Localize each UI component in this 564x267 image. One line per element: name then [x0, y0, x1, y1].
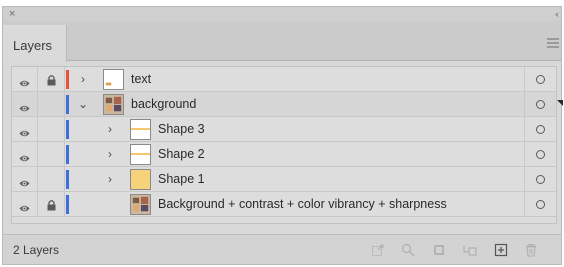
- layer-row[interactable]: › Shape 3: [12, 117, 556, 142]
- tab-layers[interactable]: Layers: [3, 25, 67, 62]
- layer-thumbnail: [130, 169, 151, 190]
- visibility-toggle[interactable]: [12, 167, 38, 192]
- target-circle-icon[interactable]: [536, 75, 545, 84]
- layers-list: › text ⌄ background › Shape 3 › Shape 2 › Shape 1…: [11, 66, 563, 224]
- lock-icon: [47, 198, 56, 211]
- target-column[interactable]: [524, 117, 556, 142]
- layer-row[interactable]: › Shape 1: [12, 167, 556, 192]
- target-column[interactable]: [524, 192, 556, 217]
- layer-name[interactable]: Shape 3: [158, 122, 205, 137]
- layer-row[interactable]: ⌄ background: [12, 92, 563, 117]
- trash-icon[interactable]: [524, 243, 538, 257]
- layer-thumbnail: [103, 94, 124, 115]
- lock-toggle[interactable]: [38, 92, 65, 117]
- hamburger-menu-icon[interactable]: [547, 38, 559, 48]
- layer-name[interactable]: Shape 1: [158, 172, 205, 187]
- layer-row[interactable]: Background + contrast + color vibrancy +…: [12, 192, 556, 217]
- close-icon[interactable]: ×: [9, 7, 15, 21]
- chevron-right-icon[interactable]: ›: [105, 171, 115, 187]
- chevron-right-icon[interactable]: ›: [105, 146, 115, 162]
- lock-toggle[interactable]: [38, 167, 65, 192]
- layer-thumbnail: [130, 144, 151, 165]
- layer-color-bar: [66, 145, 69, 164]
- target-column[interactable]: [524, 92, 563, 117]
- target-circle-icon[interactable]: [536, 200, 545, 209]
- layer-thumbnail: [103, 69, 124, 90]
- lock-toggle[interactable]: [38, 192, 65, 217]
- layer-count: 2 Layers: [13, 243, 60, 257]
- layer-color-bar: [66, 120, 69, 139]
- layer-name[interactable]: text: [131, 72, 151, 87]
- layer-thumbnail: [130, 194, 151, 215]
- chevron-down-icon[interactable]: ⌄: [78, 96, 88, 112]
- visibility-toggle[interactable]: [12, 192, 38, 217]
- clip-icon[interactable]: [432, 243, 446, 257]
- layer-color-bar: [66, 70, 69, 89]
- panel-footer: 2 Layers: [3, 234, 561, 264]
- visibility-toggle[interactable]: [12, 142, 38, 167]
- layer-name[interactable]: Background + contrast + color vibrancy +…: [158, 197, 447, 212]
- eye-icon: [19, 200, 30, 212]
- lock-toggle[interactable]: [38, 67, 65, 92]
- layer-row[interactable]: › Shape 2: [12, 142, 556, 167]
- eye-icon: [19, 150, 30, 162]
- target-circle-icon[interactable]: [536, 125, 545, 134]
- layer-color-bar: [66, 195, 69, 214]
- layer-color-bar: [66, 95, 69, 114]
- target-column[interactable]: [524, 67, 556, 92]
- target-circle-icon[interactable]: [536, 150, 545, 159]
- export-icon[interactable]: [371, 243, 385, 257]
- layer-name[interactable]: Shape 2: [158, 147, 205, 162]
- visibility-toggle[interactable]: [12, 92, 38, 117]
- lock-icon: [47, 73, 56, 86]
- layers-panel: × ‹‹ Layers › text ⌄ background › Shape 3 › Sha…: [2, 6, 563, 265]
- eye-icon: [19, 100, 30, 112]
- search-icon[interactable]: [401, 243, 415, 257]
- layer-name[interactable]: background: [131, 97, 196, 112]
- collapse-icon[interactable]: ‹‹: [555, 7, 559, 21]
- target-column[interactable]: [524, 167, 556, 192]
- eye-icon: [19, 75, 30, 87]
- target-circle-icon[interactable]: [536, 175, 545, 184]
- new-sublayer-icon[interactable]: [463, 243, 477, 257]
- lock-toggle[interactable]: [38, 117, 65, 142]
- lock-toggle[interactable]: [38, 142, 65, 167]
- selection-indicator-icon: [557, 100, 563, 106]
- chevron-right-icon[interactable]: ›: [78, 71, 88, 87]
- target-column[interactable]: [524, 142, 556, 167]
- eye-icon: [19, 175, 30, 187]
- layer-color-bar: [66, 170, 69, 189]
- tab-strip: Layers: [3, 21, 561, 62]
- visibility-toggle[interactable]: [12, 117, 38, 142]
- panel-titlebar: × ‹‹: [3, 7, 561, 21]
- chevron-right-icon[interactable]: ›: [105, 121, 115, 137]
- visibility-toggle[interactable]: [12, 67, 38, 92]
- layer-row[interactable]: › text: [12, 67, 556, 92]
- target-circle-icon[interactable]: [536, 100, 545, 109]
- layer-thumbnail: [130, 119, 151, 140]
- eye-icon: [19, 125, 30, 137]
- new-layer-icon[interactable]: [494, 243, 508, 257]
